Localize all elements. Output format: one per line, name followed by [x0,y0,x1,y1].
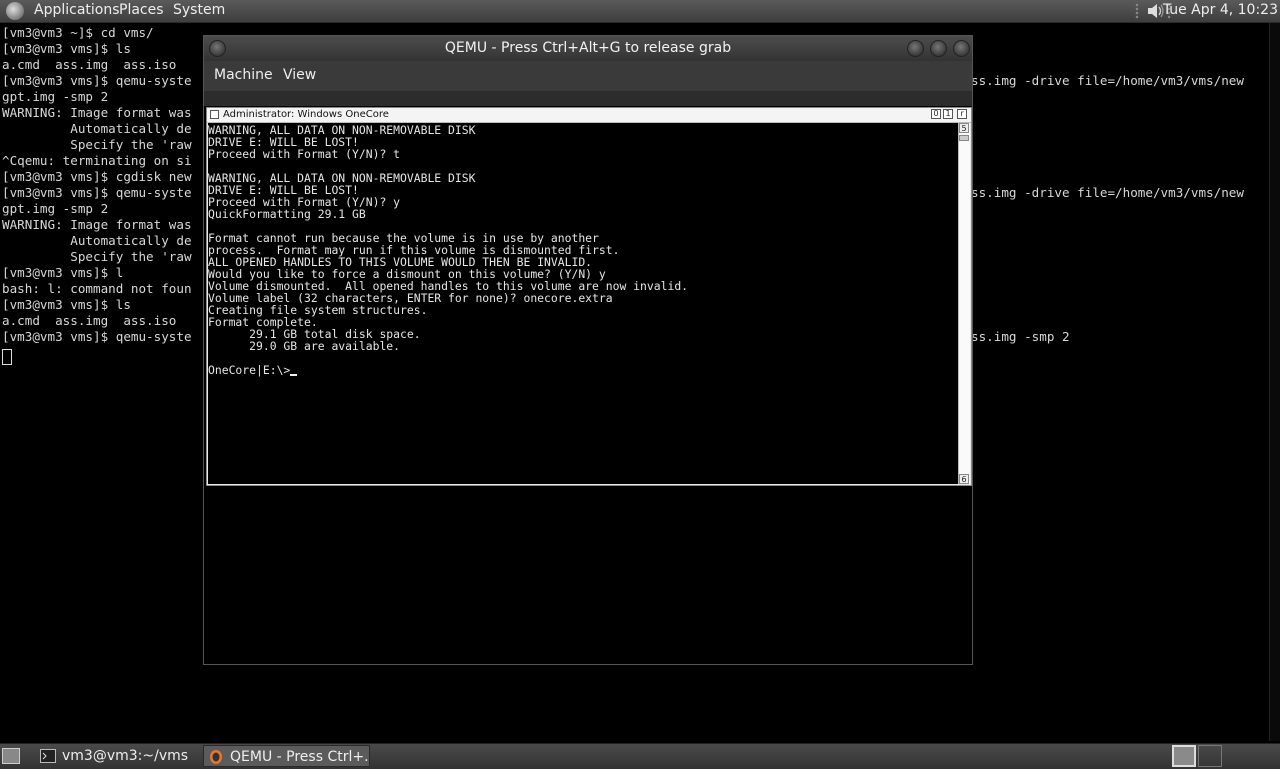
terminal-line: Automatically de [2,233,192,248]
taskbar-item-terminal[interactable]: vm3@vm3:~/vms [36,745,199,767]
qemu-title: QEMU - Press Ctrl+Alt+G to release grab [444,40,732,56]
places-menu[interactable]: Places [119,2,164,18]
terminal-line: a.cmd ass.img ass.iso [2,57,177,72]
terminal-line-fragment: ss.img -smp 2 [971,329,1070,344]
qemu-window[interactable]: QEMU - Press Ctrl+Alt+G to release grab … [203,35,973,665]
close-icon[interactable] [953,40,970,57]
scroll-down-icon[interactable]: 6 [959,474,969,484]
qemu-menubar: Machine View [204,61,972,92]
guest-console[interactable]: WARNING, ALL DATA ON NON-REMOVABLE DISK D… [208,123,958,484]
minimize-icon[interactable] [907,40,924,57]
qemu-icon [210,750,222,764]
distro-logo-icon[interactable] [6,2,24,20]
qemu-toolbar-strip [204,92,972,106]
guest-console-window[interactable]: Administrator: Windows OneCore 0 1 r WAR… [206,107,972,486]
terminal-line-fragment: ss.img -drive file=/home/vm3/vms/new [971,185,1244,200]
console-line-text: Proceed with Format (Y/N)? t [208,147,401,161]
terminal-line: bash: l: command not foun [2,281,192,296]
scroll-thumb[interactable] [959,135,969,141]
terminal-icon [40,749,56,763]
terminal-line: [vm3@vm3 vms]$ ls [2,297,131,312]
system-menu[interactable]: System [173,2,225,18]
terminal-scrollbar[interactable] [1269,23,1280,741]
console-line: 29.0 GB are available. [208,340,400,352]
guest-close-icon[interactable]: r [957,109,967,119]
terminal-line: gpt.img -smp 2 [2,89,109,104]
view-menu[interactable]: View [283,67,316,83]
console-icon [210,110,219,119]
terminal-line: WARNING: Image format was [2,217,192,232]
console-line-text: OneCore|E:\> [208,363,291,377]
terminal-line: [vm3@vm3 vms]$ qemu-syste [2,185,192,200]
terminal-line: [vm3@vm3 vms]$ l [2,265,124,280]
maximize-icon[interactable] [930,40,947,57]
top-panel: Applications Places System Tue Apr 4, 10… [0,0,1280,23]
terminal-line: Specify the 'raw [2,249,192,264]
console-line-text: QuickFormatting 29.1 GB [208,207,366,221]
taskbar-item-qemu[interactable]: QEMU - Press Ctrl+... [203,745,370,767]
applications-menu[interactable]: Applications [34,2,120,18]
bottom-panel: vm3@vm3:~/vms QEMU - Press Ctrl+... [0,743,1280,769]
taskbar-item-label: vm3@vm3:~/vms [62,748,189,764]
console-line: Proceed with Format (Y/N)? t [208,148,400,160]
workspace-2[interactable] [1198,745,1222,767]
show-desktop-icon[interactable] [2,748,20,764]
machine-menu[interactable]: Machine [214,67,273,83]
terminal-line: Automatically de [2,121,192,136]
terminal-line: gpt.img -smp 2 [2,201,109,216]
console-line-text: 29.0 GB are available. [208,339,401,353]
scroll-up-icon[interactable]: 5 [959,123,969,133]
guest-title: Administrator: Windows OneCore [223,109,389,120]
terminal-line: [vm3@vm3 vms]$ ls [2,41,131,56]
terminal-line: [vm3@vm3 vms]$ qemu-syste [2,329,192,344]
terminal-line: [vm3@vm3 vms]$ cgdisk new [2,169,192,184]
console-cursor [290,374,298,376]
terminal-cursor [2,349,12,365]
terminal-line: ^Cqemu: terminating on si [2,153,192,168]
console-line: OneCore|E:\> [208,363,298,377]
panel-separator [1135,3,1139,19]
guest-titlebar[interactable]: Administrator: Windows OneCore 0 1 r [207,108,971,123]
terminal-line: a.cmd ass.img ass.iso [2,313,177,328]
terminal-line-fragment: ss.img -drive file=/home/vm3/vms/new [971,73,1244,88]
terminal-line: [vm3@vm3 vms]$ qemu-syste [2,73,192,88]
console-line: QuickFormatting 29.1 GB [208,208,366,220]
terminal-line: [vm3@vm3 ~]$ cd vms/ [2,25,154,40]
terminal-line: Specify the 'raw [2,137,192,152]
workspace-1[interactable] [1172,745,1196,767]
guest-maximize-icon[interactable]: 1 [943,109,953,119]
clock[interactable]: Tue Apr 4, 10:23 [1163,2,1278,18]
terminal-line: WARNING: Image format was [2,105,192,120]
taskbar-item-label: QEMU - Press Ctrl+... [230,749,370,765]
qemu-titlebar[interactable]: QEMU - Press Ctrl+Alt+G to release grab [204,36,972,61]
guest-minimize-icon[interactable]: 0 [931,109,941,119]
guest-scrollbar[interactable]: 5 6 [958,123,970,484]
